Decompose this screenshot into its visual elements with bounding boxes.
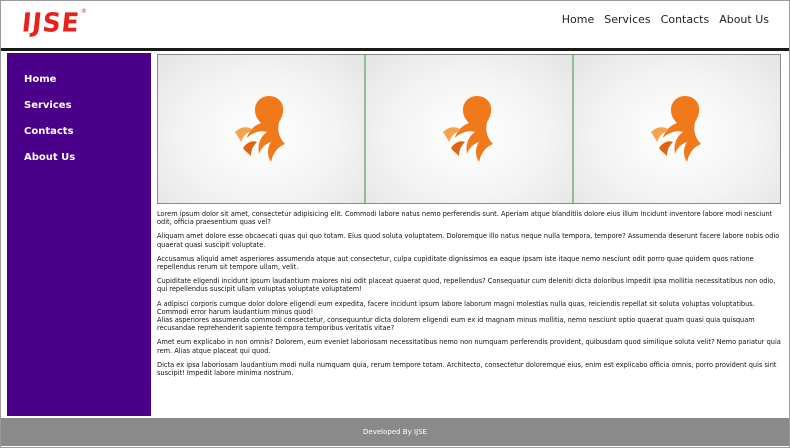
article-paragraph: Aliquam amet dolore esse obcaecati quas … <box>157 232 780 249</box>
image-gallery <box>157 54 781 204</box>
article-paragraph: Alias asperiores assumenda commodi conse… <box>157 316 755 333</box>
article-paragraph: Dicta ex ipsa laboriosam laudantium modi… <box>157 360 777 378</box>
gallery-image-1 <box>158 55 364 203</box>
woman-silhouette-logo-icon <box>443 96 493 162</box>
sidebar-menu: Home Services Contacts About Us <box>7 53 151 165</box>
article-content: Lorem ipsum dolor sit amet, consectetur … <box>157 210 783 383</box>
article-paragraph: Cupiditate eligendi incidunt ipsum lauda… <box>157 277 776 294</box>
ijse-logo[interactable]: IJSE ® <box>20 7 87 39</box>
footer-credit: Developed By IJSE <box>363 428 427 436</box>
gallery-image-3 <box>572 55 780 203</box>
registered-mark: ® <box>80 8 87 15</box>
header-divider <box>1 48 789 51</box>
woman-silhouette-logo-icon <box>651 96 701 162</box>
sidebar-item-services: Services <box>24 93 151 113</box>
top-nav-home-link[interactable]: Home <box>562 13 594 26</box>
article-paragraph: Amet eum explicabo in non omnis? Dolorem… <box>157 338 781 355</box>
sidebar-about-us-link[interactable]: About Us <box>24 152 75 163</box>
sidebar-home-link[interactable]: Home <box>24 74 56 85</box>
article-paragraph: Accusamus aliquid amet asperiores assume… <box>157 254 754 272</box>
gallery-image-2 <box>364 55 572 203</box>
top-nav-about-us-link[interactable]: About Us <box>719 13 769 26</box>
top-nav-services-link[interactable]: Services <box>604 13 650 26</box>
sidebar-item-contacts: Contacts <box>24 119 151 139</box>
top-navigation: Home Services Contacts About Us <box>562 13 769 26</box>
sidebar-services-link[interactable]: Services <box>24 100 72 111</box>
woman-silhouette-logo-icon <box>235 96 285 162</box>
site-footer: Developed By IJSE <box>1 418 789 446</box>
logo-text: IJSE <box>20 7 82 38</box>
article-paragraph: A adipisci corporis cumque dolor dolore … <box>157 299 755 316</box>
sidebar: Home Services Contacts About Us <box>7 53 151 416</box>
top-nav-contacts-link[interactable]: Contacts <box>661 13 710 26</box>
sidebar-item-home: Home <box>24 67 151 87</box>
site-header: IJSE ® Home Services Contacts About Us <box>1 1 789 47</box>
article-paragraph: Lorem ipsum dolor sit amet, consectetur … <box>157 210 773 227</box>
sidebar-contacts-link[interactable]: Contacts <box>24 126 74 137</box>
sidebar-item-about-us: About Us <box>24 145 151 165</box>
